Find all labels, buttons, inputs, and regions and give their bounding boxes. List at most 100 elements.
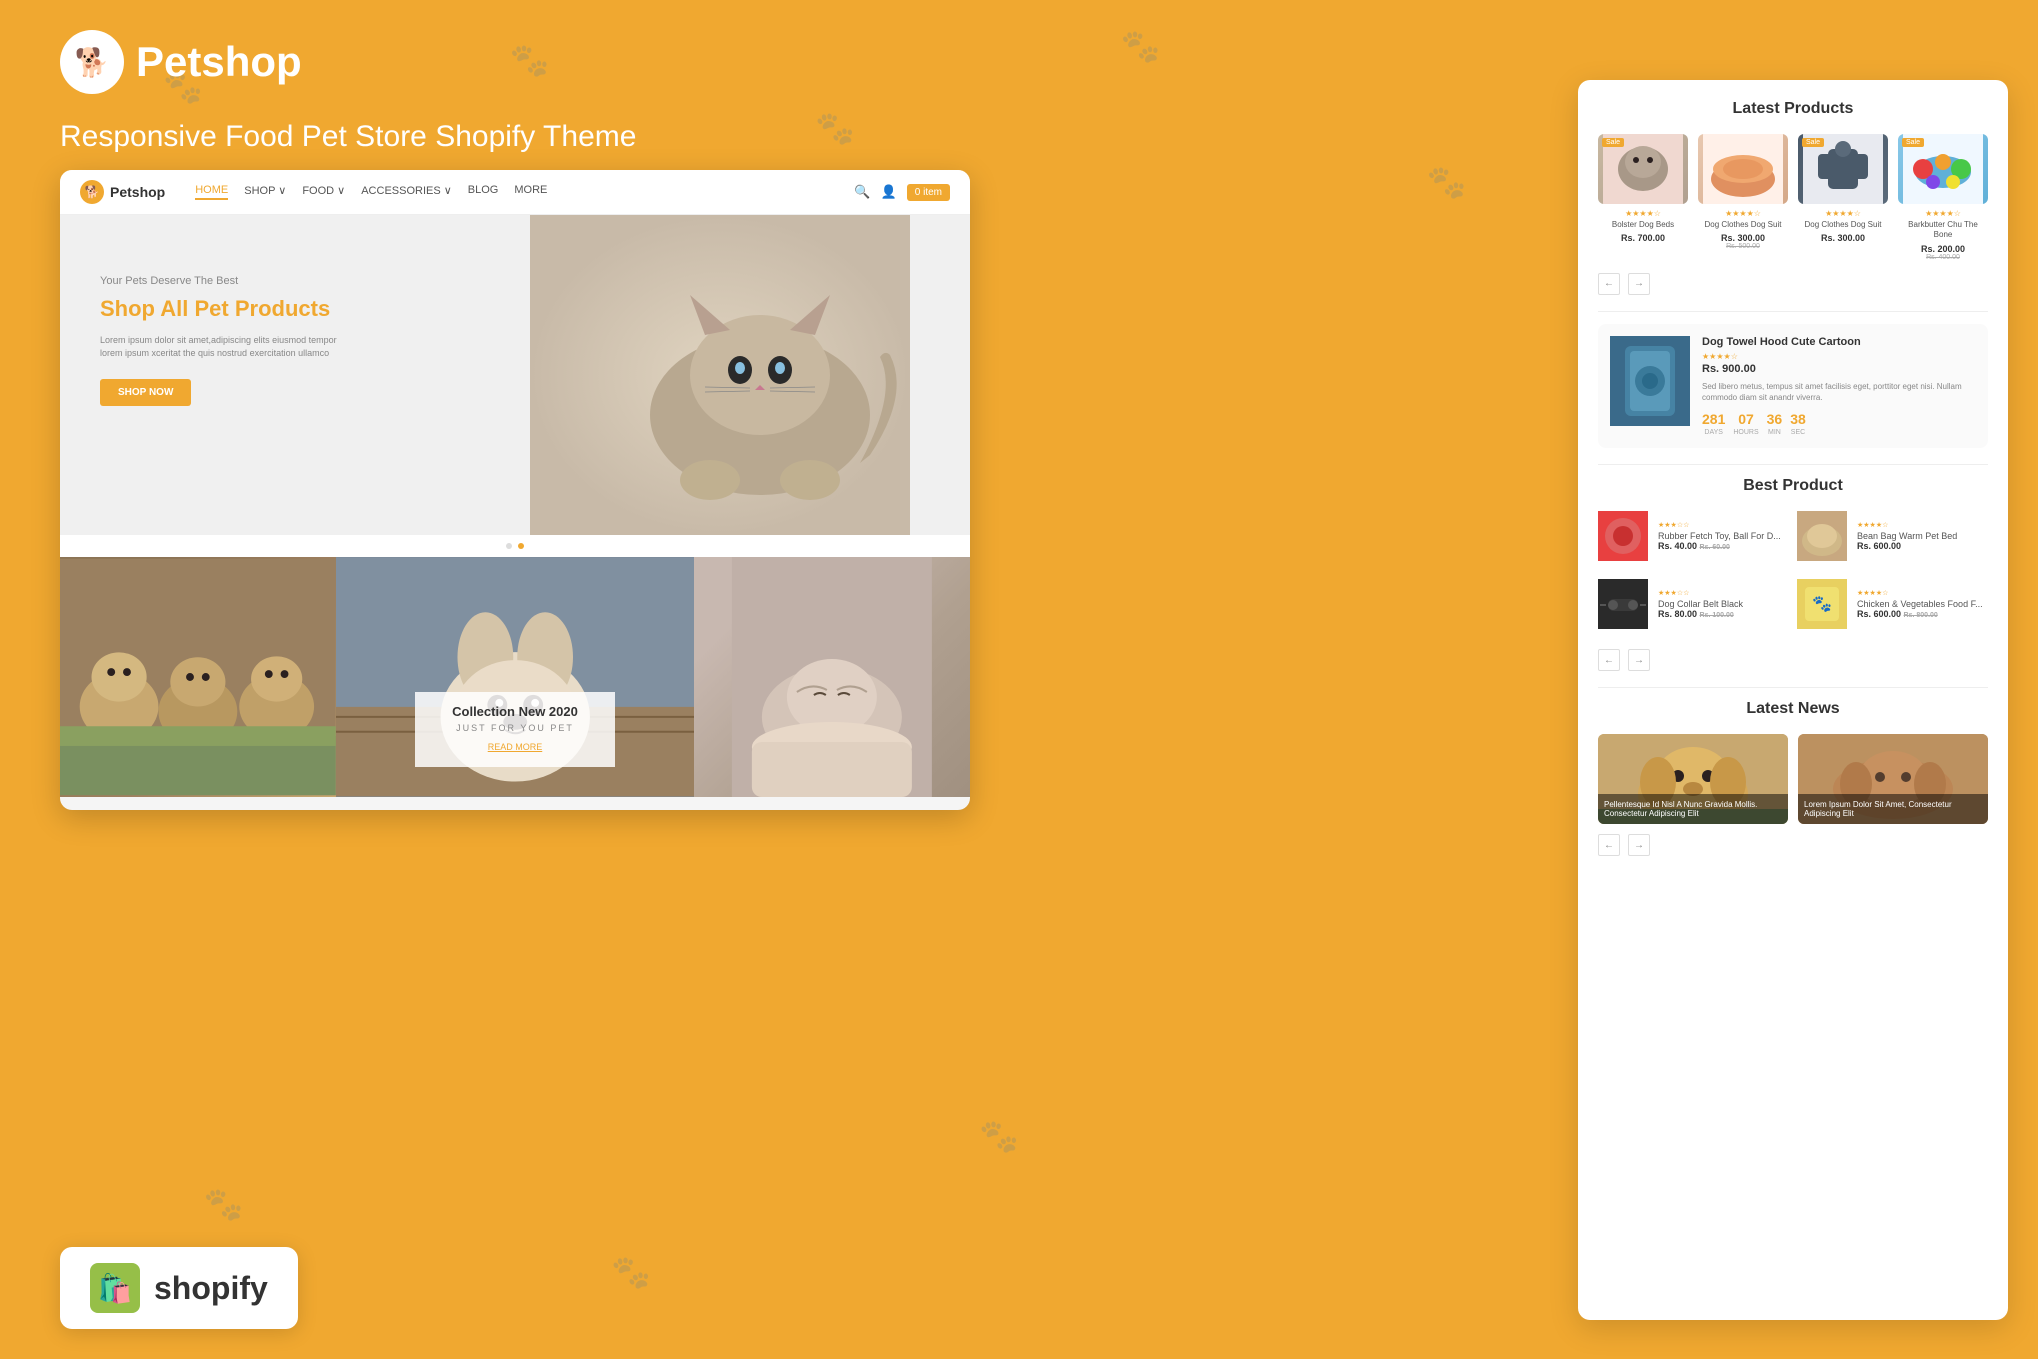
news-image: Pellentesque Id Nisl A Nunc Gravida Moll… <box>1598 734 1788 824</box>
latest-products-section: Latest Products Sale ★★★★☆ Bolster Dog B… <box>1598 100 1988 295</box>
next-arrow[interactable]: → <box>1628 273 1650 295</box>
paw-icon: 🐾 <box>815 109 855 147</box>
best-product-price: Rs. 600.00 Rs. 800.00 <box>1857 609 1988 619</box>
site-brand: Petshop <box>110 184 165 200</box>
site-nav: 🐕 Petshop HOME SHOP ∨ FOOD ∨ ACCESSORIES… <box>60 170 970 215</box>
product-card: Sale ★★★★☆ Dog Clothes Dog Suit Rs. 300.… <box>1798 134 1888 261</box>
right-panel: Latest Products Sale ★★★★☆ Bolster Dog B… <box>1578 80 2008 1320</box>
paw-icon: 🐾 <box>979 1117 1019 1155</box>
shopify-icon: 🛍️ <box>90 1263 140 1313</box>
countdown: 281 DAYS 07 HOURS 36 MIN 38 SEC <box>1702 411 1976 436</box>
nav-food[interactable]: FOOD ∨ <box>302 184 345 200</box>
product-name: Dog Clothes Dog Suit <box>1798 220 1888 230</box>
news-title: Pellentesque Id Nisl A Nunc Gravida Moll… <box>1604 800 1757 818</box>
tagline: Responsive Food Pet Store Shopify Theme <box>60 120 636 154</box>
hero-section: Your Pets Deserve The Best Shop All Pet … <box>60 215 970 535</box>
best-product-price: Rs. 80.00 Rs. 100.00 <box>1658 609 1789 619</box>
best-product-stars: ★★★★☆ <box>1857 589 1988 597</box>
account-icon[interactable]: 👤 <box>881 184 897 200</box>
best-product-name: Rubber Fetch Toy, Ball For D... <box>1658 531 1789 541</box>
product-name: Dog Clothes Dog Suit <box>1698 220 1788 230</box>
browser-mockup: 🐕 Petshop HOME SHOP ∨ FOOD ∨ ACCESSORIES… <box>60 170 970 810</box>
hero-description: Lorem ipsum dolor sit amet,adipiscing el… <box>100 334 340 361</box>
sleeping-image <box>694 557 970 797</box>
slide-dot-active[interactable] <box>518 543 524 549</box>
shop-now-button[interactable]: ShOP Now <box>100 379 191 406</box>
product-image: Sale <box>1598 134 1688 204</box>
read-more-link[interactable]: READ MORE <box>488 742 543 752</box>
cart-button[interactable]: 0 item <box>907 184 950 201</box>
product-card: Sale ★★★★☆ Bolster Dog Beds Rs. 700.00 <box>1598 134 1688 261</box>
nav-more[interactable]: MORE <box>514 184 547 200</box>
best-product-info: ★★★★☆ Chicken & Vegetables Food F... Rs.… <box>1857 589 1988 619</box>
logo-icon: 🐕 <box>60 30 124 94</box>
nav-blog[interactable]: BLOG <box>468 184 499 200</box>
bottom-strip: Collection New 2020 JUST FOR YOU PET REA… <box>60 557 970 797</box>
countdown-hours: 07 HOURS <box>1733 411 1758 436</box>
product-price: Rs. 300.00 <box>1798 233 1888 243</box>
best-product-stars: ★★★☆☆ <box>1658 589 1789 597</box>
best-products-grid: ★★★☆☆ Rubber Fetch Toy, Ball For D... Rs… <box>1598 511 1988 639</box>
shopify-text: shopify <box>154 1270 268 1307</box>
site-logo: 🐕 Petshop <box>80 180 165 204</box>
best-products-section: Best Product ★★★☆☆ Rubber Fetch Toy, Bal… <box>1598 477 1988 671</box>
best-product-info: ★★★★☆ Bean Bag Warm Pet Bed Rs. 600.00 <box>1857 521 1988 551</box>
prev-arrow[interactable]: ← <box>1598 273 1620 295</box>
best-product-price: Rs. 600.00 <box>1857 541 1988 551</box>
sale-badge: Sale <box>1802 138 1824 147</box>
next-arrow[interactable]: → <box>1628 649 1650 671</box>
prev-arrow[interactable]: ← <box>1598 649 1620 671</box>
product-card: ★★★★☆ Dog Clothes Dog Suit Rs. 300.00 Rs… <box>1698 134 1788 261</box>
news-caption: Lorem Ipsum Dolor Sit Amet, Consectetur … <box>1798 794 1988 824</box>
collection-title: Collection New 2020 <box>439 704 591 719</box>
flash-sale-info: Dog Towel Hood Cute Cartoon ★★★★☆ Rs. 90… <box>1702 336 1976 436</box>
top-header: 🐕 Petshop <box>60 30 302 94</box>
hero-cat-image <box>530 215 910 535</box>
hero-title: Shop All Pet Products <box>100 295 340 324</box>
brand-name: Petshop <box>136 38 302 86</box>
dog-peeking-image: Collection New 2020 JUST FOR YOU PET REA… <box>336 557 694 797</box>
latest-products-title: Latest Products <box>1598 100 1988 118</box>
sale-badge: Sale <box>1902 138 1924 147</box>
paw-icon: 🐾 <box>1121 27 1161 65</box>
hero-subtitle: Your Pets Deserve The Best <box>100 275 340 287</box>
paw-icon: 🐾 <box>204 1185 244 1223</box>
flash-sale-stars: ★★★★☆ <box>1702 352 1976 361</box>
countdown-min: 36 MIN <box>1767 411 1783 436</box>
next-arrow[interactable]: → <box>1628 834 1650 856</box>
best-product-item: ★★★☆☆ Dog Collar Belt Black Rs. 80.00 Rs… <box>1598 579 1789 629</box>
best-products-nav-arrows: ← → <box>1598 649 1988 671</box>
divider <box>1598 464 1988 465</box>
flash-sale-image <box>1610 336 1690 426</box>
paw-icon: 🐾 <box>510 41 550 79</box>
best-product-image: 🐾 <box>1797 579 1847 629</box>
nav-icons: 🔍 👤 0 item <box>854 184 950 201</box>
best-product-item: ★★★☆☆ Rubber Fetch Toy, Ball For D... Rs… <box>1598 511 1789 561</box>
product-price: Rs. 300.00 <box>1698 233 1788 243</box>
news-card: Pellentesque Id Nisl A Nunc Gravida Moll… <box>1598 734 1788 824</box>
slide-dot[interactable] <box>506 543 512 549</box>
product-image <box>1698 134 1788 204</box>
nav-links: HOME SHOP ∨ FOOD ∨ ACCESSORIES ∨ BLOG MO… <box>195 184 547 200</box>
best-product-info: ★★★☆☆ Rubber Fetch Toy, Ball For D... Rs… <box>1658 521 1789 551</box>
collection-overlay: Collection New 2020 JUST FOR YOU PET REA… <box>415 692 615 767</box>
nav-shop[interactable]: SHOP ∨ <box>244 184 286 200</box>
divider <box>1598 687 1988 688</box>
nav-home[interactable]: HOME <box>195 184 228 200</box>
product-price: Rs. 200.00 <box>1898 244 1988 254</box>
news-grid: Pellentesque Id Nisl A Nunc Gravida Moll… <box>1598 734 1988 824</box>
countdown-days: 281 DAYS <box>1702 411 1725 436</box>
products-grid: Sale ★★★★☆ Bolster Dog Beds Rs. 700.00 <box>1598 134 1988 261</box>
nav-accessories[interactable]: ACCESSORIES ∨ <box>361 184 452 200</box>
product-name: Barkbutter Chu The Bone <box>1898 220 1988 241</box>
best-product-name: Dog Collar Belt Black <box>1658 599 1789 609</box>
search-icon[interactable]: 🔍 <box>854 184 870 200</box>
product-stars: ★★★★☆ <box>1898 209 1988 218</box>
product-name: Bolster Dog Beds <box>1598 220 1688 230</box>
divider <box>1598 311 1988 312</box>
puppies-image <box>60 557 336 797</box>
latest-news-section: Latest News <box>1598 700 1988 856</box>
site-logo-icon: 🐕 <box>80 180 104 204</box>
product-stars: ★★★★☆ <box>1798 209 1888 218</box>
prev-arrow[interactable]: ← <box>1598 834 1620 856</box>
